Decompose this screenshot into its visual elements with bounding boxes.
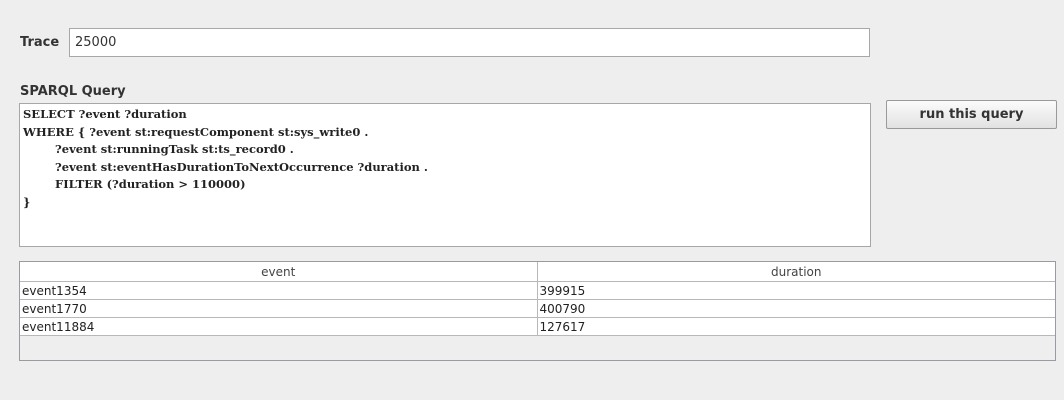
table-row[interactable]: event1770 400790 bbox=[20, 299, 1055, 318]
results-table: event duration event1354 399915 event177… bbox=[19, 261, 1056, 361]
table-header-row: event duration bbox=[20, 262, 1055, 282]
event-cell: event1354 bbox=[20, 281, 538, 300]
event-cell: event11884 bbox=[20, 317, 538, 336]
trace-input[interactable]: 25000 bbox=[69, 28, 870, 57]
run-query-button[interactable]: run this query bbox=[886, 100, 1057, 129]
column-header-event[interactable]: event bbox=[20, 262, 538, 282]
duration-cell: 127617 bbox=[537, 317, 1055, 336]
table-row[interactable]: event11884 127617 bbox=[20, 317, 1055, 336]
sparql-query-textarea[interactable]: SELECT ?event ?duration WHERE { ?event s… bbox=[19, 103, 871, 247]
column-header-duration[interactable]: duration bbox=[537, 262, 1055, 282]
duration-cell: 399915 bbox=[537, 281, 1055, 300]
event-cell: event1770 bbox=[20, 299, 538, 318]
trace-label: Trace bbox=[20, 35, 60, 50]
duration-cell: 400790 bbox=[537, 299, 1055, 318]
sparql-query-label: SPARQL Query bbox=[20, 84, 126, 99]
table-row[interactable]: event1354 399915 bbox=[20, 281, 1055, 300]
